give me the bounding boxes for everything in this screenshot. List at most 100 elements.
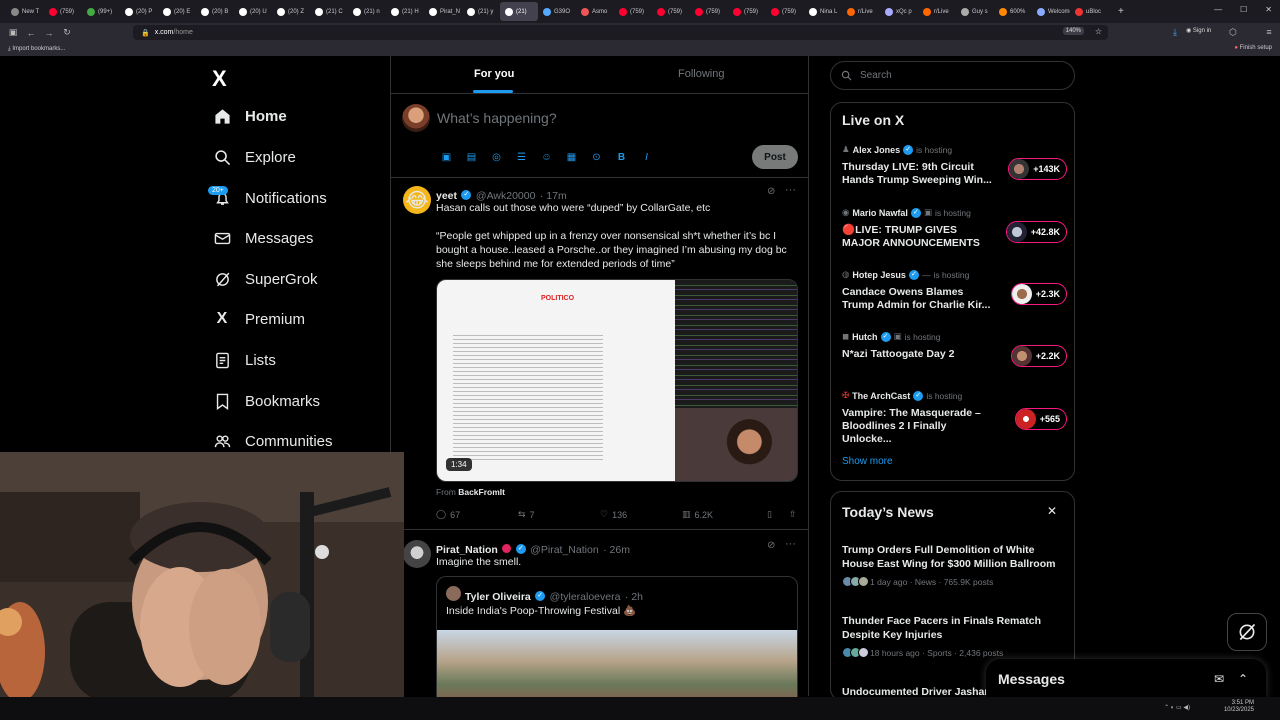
live-item[interactable]: ♟ Alex Jones ✓ is hosting Thursday LIVE: 9t… (842, 144, 1067, 187)
forward-icon[interactable]: → (40, 28, 58, 38)
zoom-level[interactable]: 140% (1062, 27, 1084, 35)
reply-button[interactable]: ◯ 67 (436, 509, 518, 520)
browser-tab[interactable]: xQc p (880, 2, 918, 21)
share-icon[interactable]: ⇧ (789, 509, 797, 520)
news-item[interactable]: Trump Orders Full Demolition of White Ho… (842, 543, 1067, 587)
browser-tab[interactable]: 600% (994, 2, 1032, 21)
messages-drawer[interactable]: Messages ✉ ⌃ (986, 659, 1266, 699)
live-item[interactable]: ◍ Hotep Jesus ✓ — is hosting Candace Owens B… (842, 269, 1067, 312)
download-icon[interactable]: ⤓ (1166, 27, 1184, 38)
new-tab-icon[interactable]: + (1118, 6, 1124, 17)
post-button[interactable]: Post (752, 145, 798, 169)
location-icon[interactable]: ⊙ (589, 151, 604, 163)
browser-tab[interactable]: Welcome (1032, 2, 1070, 21)
gif-icon[interactable]: ▤ (464, 151, 479, 163)
show-more-link[interactable]: Show more (842, 456, 893, 467)
new-message-icon[interactable]: ✉ (1214, 672, 1224, 686)
browser-tab[interactable]: (21) n (348, 2, 386, 21)
finish-setup-link[interactable]: ● Finish setup (1234, 45, 1272, 51)
live-item[interactable]: ◼ Hutch ✓ ▣ is hosting N*azi Tattoogate Day … (842, 331, 1067, 367)
live-listeners-pill[interactable]: +143K (1008, 158, 1067, 180)
nav-notifications[interactable]: Notifications (213, 189, 327, 207)
browser-tab[interactable]: (759) (44, 2, 82, 21)
nav-lists[interactable]: Lists (213, 351, 276, 369)
tray-icons[interactable]: ⌃ ◐ ▭ ◀) (1164, 704, 1190, 711)
browser-tab[interactable]: (759) (766, 2, 804, 21)
nav-premium[interactable]: X Premium (213, 310, 305, 328)
taskbar-clock[interactable]: 3:51 PM 10/23/2025 (1224, 700, 1254, 714)
browser-tab[interactable]: Nina L (804, 2, 842, 21)
tweet-video[interactable]: POLITICO 1:34 (436, 279, 798, 482)
browser-tab[interactable]: (21) (500, 2, 538, 21)
browser-tab[interactable]: (759) (614, 2, 652, 21)
star-icon[interactable]: ☆ (1095, 27, 1102, 36)
expand-icon[interactable]: ⌃ (1238, 672, 1248, 686)
browser-tab[interactable]: Pirat_N (424, 2, 462, 21)
browser-tab[interactable]: New T (6, 2, 44, 21)
live-listeners-pill[interactable]: +42.8K (1005, 221, 1067, 243)
live-listeners-pill[interactable]: +2.3K (1010, 283, 1067, 305)
x-logo[interactable]: X (212, 66, 227, 92)
browser-tab[interactable]: (21) C (310, 2, 348, 21)
user-avatar[interactable] (402, 104, 430, 132)
browser-tab[interactable]: r/Live (918, 2, 956, 21)
browser-tab[interactable]: (20) U (234, 2, 272, 21)
nav-communities[interactable]: Communities (213, 432, 333, 450)
grok-button[interactable] (1227, 613, 1267, 651)
italic-icon[interactable]: I (639, 151, 654, 163)
nav-messages[interactable]: Messages (213, 229, 313, 247)
live-listeners-pill[interactable]: +565 (1014, 408, 1067, 430)
browser-tab[interactable]: (99+) (82, 2, 120, 21)
nav-explore[interactable]: Explore (213, 148, 296, 166)
browser-tab[interactable]: Guy s (956, 2, 994, 21)
views-button[interactable]: ▥ 6.2K (682, 509, 767, 520)
menu-icon[interactable]: ≡ (1260, 27, 1278, 37)
tab-for-you[interactable]: For you (474, 68, 514, 80)
emoji-icon[interactable]: ☺ (539, 151, 554, 163)
tweet-time[interactable]: · 26m (603, 544, 630, 556)
more-icon[interactable]: ··· (785, 184, 796, 196)
more-icon[interactable]: ··· (785, 538, 796, 550)
nav-home[interactable]: Home (213, 107, 287, 125)
browser-tab[interactable]: (21) H (386, 2, 424, 21)
browser-tab[interactable]: (20) E (158, 2, 196, 21)
browser-tab[interactable]: (21) y (462, 2, 500, 21)
bookmark-tweet-icon[interactable]: ▯ (767, 509, 789, 520)
tweet-author-avatar[interactable] (403, 540, 431, 568)
image-icon[interactable]: ▣ (439, 151, 454, 163)
tweet-author-handle[interactable]: @Pirat_Nation (530, 544, 598, 556)
browser-tab[interactable]: G39O (538, 2, 576, 21)
browser-tab[interactable]: (759) (652, 2, 690, 21)
video-source-link[interactable]: BackFromIt (458, 487, 505, 497)
minimize-icon[interactable]: — (1214, 5, 1222, 14)
maximize-icon[interactable]: ☐ (1240, 5, 1247, 14)
close-window-icon[interactable]: ✕ (1265, 5, 1272, 14)
grok-compose-icon[interactable]: ◎ (489, 151, 504, 163)
browser-tab[interactable]: (20) Z (272, 2, 310, 21)
browser-tab[interactable]: (20) P (120, 2, 158, 21)
browser-tab[interactable]: r/Live (842, 2, 880, 21)
browser-tab[interactable]: (759) (728, 2, 766, 21)
nav-supergrok[interactable]: SuperGrok (213, 270, 318, 288)
browser-tab[interactable]: uBloc (1070, 2, 1108, 21)
live-item[interactable]: ✠ The ArchCast ✓ is hosting Vampire: The Ma… (842, 390, 1067, 446)
bold-icon[interactable]: B (614, 151, 629, 163)
grok-analyze-icon[interactable]: ⊘ (767, 540, 775, 551)
url-bar[interactable]: 🔒 x.com/home 140% ☆ (133, 25, 1108, 40)
browser-tab[interactable]: Asmo (576, 2, 614, 21)
compose-input[interactable]: What’s happening? (437, 110, 557, 126)
search-input[interactable]: Search (830, 61, 1075, 90)
browser-tab[interactable]: (759) (690, 2, 728, 21)
import-bookmarks-link[interactable]: ⤓ Import bookmarks... (8, 46, 65, 53)
repost-button[interactable]: ⇆ 7 (518, 509, 600, 520)
close-icon[interactable]: ✕ (1047, 504, 1057, 518)
poll-icon[interactable]: ☰ (514, 151, 529, 163)
reload-icon[interactable]: ↻ (58, 27, 76, 38)
like-button[interactable]: ♡ 136 (600, 509, 682, 520)
grok-analyze-icon[interactable]: ⊘ (767, 186, 775, 197)
browser-tab[interactable]: (20) B (196, 2, 234, 21)
schedule-icon[interactable]: ▦ (564, 151, 579, 163)
news-item[interactable]: Thunder Face Pacers in Finals Rematch De… (842, 614, 1067, 658)
back-icon[interactable]: ← (22, 28, 40, 38)
live-item[interactable]: ◉ Mario Nawfal ✓ ▣ is hosting 🔴LIVE: TRUMP G… (842, 207, 1067, 250)
